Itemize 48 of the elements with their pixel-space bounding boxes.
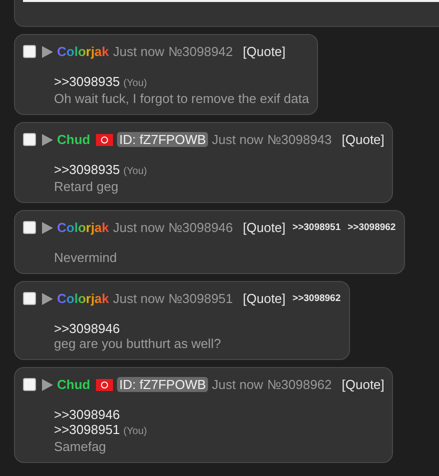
caret-icon[interactable] bbox=[42, 378, 53, 390]
post-number[interactable]: №3098943 bbox=[267, 132, 332, 147]
poster-name: Colorjak bbox=[57, 291, 110, 306]
you-label: (You) bbox=[123, 166, 147, 177]
post-number[interactable]: №3098951 bbox=[168, 291, 233, 306]
caret-icon[interactable] bbox=[42, 292, 53, 304]
post-time: Just now bbox=[113, 291, 164, 306]
quote-link[interactable]: [Quote] bbox=[342, 377, 384, 392]
post-text: Nevermind bbox=[54, 250, 118, 265]
post-number[interactable]: №3098946 bbox=[168, 220, 233, 235]
checkbox[interactable] bbox=[23, 133, 36, 146]
poster-id: ID: fZ7FPOWB bbox=[117, 132, 208, 147]
poster-name: Chud bbox=[57, 132, 90, 147]
quote-link[interactable]: >>3098935 bbox=[54, 162, 120, 177]
post-text: Oh wait fuck, I forgot to remove the exif data bbox=[54, 91, 310, 106]
quote-link[interactable]: [Quote] bbox=[242, 291, 286, 306]
quote-link[interactable]: >>3098946 bbox=[54, 321, 120, 336]
post-time: Just now bbox=[212, 377, 264, 392]
post-time: Just now bbox=[113, 44, 164, 59]
checkbox[interactable] bbox=[23, 221, 36, 234]
post-text: Samefag bbox=[54, 439, 108, 454]
quote-link[interactable]: >>3098951 bbox=[54, 422, 120, 437]
post-time: Just now bbox=[212, 132, 264, 147]
quote-link[interactable]: [Quote] bbox=[242, 220, 286, 235]
post-text: geg are you butthurt as well? bbox=[54, 336, 222, 351]
you-label: (You) bbox=[123, 78, 147, 89]
checkbox[interactable] bbox=[23, 292, 36, 305]
you-label: (You) bbox=[123, 426, 147, 437]
quote-link[interactable]: [Quote] bbox=[342, 132, 384, 147]
quote-link[interactable]: >>3098935 bbox=[54, 74, 120, 89]
quote-link[interactable]: >>3098946 bbox=[54, 407, 120, 422]
poster-name: Colorjak bbox=[57, 220, 110, 235]
checkbox[interactable] bbox=[23, 45, 36, 58]
reply-link[interactable]: >>3098951 bbox=[292, 222, 341, 233]
reply-link[interactable]: >>3098962 bbox=[292, 293, 341, 304]
poster-name: Chud bbox=[57, 377, 90, 392]
quote-link[interactable]: [Quote] bbox=[242, 44, 286, 59]
post-number[interactable]: №3098962 bbox=[267, 377, 332, 392]
caret-icon[interactable] bbox=[42, 222, 53, 234]
reply-link[interactable]: >>3098962 bbox=[348, 222, 396, 233]
caret-icon[interactable] bbox=[42, 46, 53, 58]
poster-name: Colorjak bbox=[57, 44, 110, 59]
poster-id: ID: fZ7FPOWB bbox=[117, 377, 208, 392]
post-text: Retard geg bbox=[54, 179, 120, 194]
caret-icon[interactable] bbox=[42, 134, 53, 146]
checkbox[interactable] bbox=[23, 378, 36, 391]
post-time: Just now bbox=[113, 220, 164, 235]
post-number[interactable]: №3098942 bbox=[168, 44, 233, 59]
